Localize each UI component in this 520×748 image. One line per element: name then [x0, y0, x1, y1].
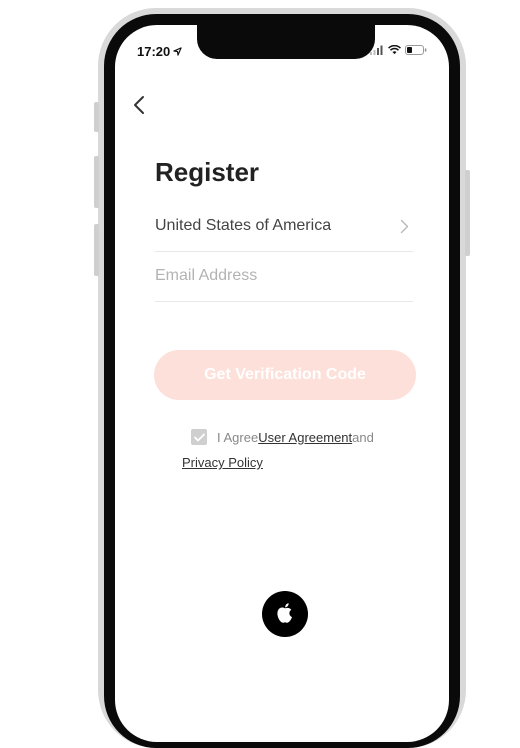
cellular-signal-icon [370, 45, 383, 55]
notch [197, 25, 375, 59]
page-title: Register [155, 157, 260, 187]
screen: 17:20 Register United States of America … [115, 25, 449, 742]
agree-and: and [352, 429, 374, 445]
agreement-line: I Agree User Agreement and [191, 429, 374, 445]
email-row [155, 253, 413, 302]
back-button[interactable] [133, 95, 153, 117]
country-selector[interactable]: United States of America [155, 203, 413, 252]
checkmark-icon [193, 433, 205, 441]
status-time: 17:20 [137, 44, 182, 59]
phone-frame: 17:20 Register United States of America … [94, 8, 470, 748]
status-time-label: 17:20 [137, 44, 171, 59]
mute-switch [94, 102, 99, 132]
get-verification-code-button[interactable]: Get Verification Code [154, 350, 416, 400]
power-button [465, 170, 470, 256]
volume-down-button [94, 224, 99, 276]
country-value: United States of America [155, 217, 332, 234]
agree-prefix: I Agree [217, 429, 259, 445]
user-agreement-link[interactable]: User Agreement [258, 430, 352, 445]
agreement-checkbox[interactable] [191, 429, 207, 445]
apple-logo-icon [277, 603, 292, 623]
battery-icon [405, 45, 427, 55]
volume-up-button [94, 156, 99, 208]
email-field[interactable] [155, 263, 405, 289]
location-arrow-icon [173, 47, 182, 56]
chevron-left-icon [134, 96, 144, 114]
status-icons [370, 45, 427, 55]
apple-login-button[interactable] [262, 591, 308, 637]
wifi-icon [388, 45, 401, 55]
chevron-right-icon [400, 219, 409, 234]
phone-bezel: 17:20 Register United States of America … [104, 14, 460, 748]
privacy-policy-link[interactable]: Privacy Policy [182, 455, 263, 470]
